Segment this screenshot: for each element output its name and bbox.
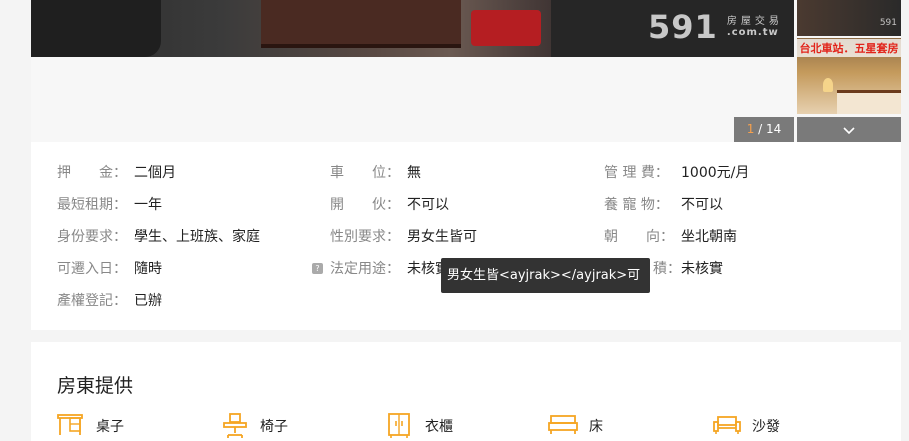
help-icon[interactable]: ? <box>312 263 323 274</box>
detail-row: 產權登記： 已辦 <box>31 290 901 312</box>
photo-cushion <box>471 10 541 46</box>
main-photo[interactable]: 591 房屋交易 .com.tw <box>31 0 794 57</box>
pager-separator: / <box>754 122 767 136</box>
photo-sofa-left <box>31 0 161 57</box>
amenity-desk: 桌子 <box>57 413 177 439</box>
thumbnail-caption: 台北車站．五星套房 <box>797 39 901 57</box>
photo-table <box>261 0 461 48</box>
gender-label: 性別要求： <box>330 229 400 245</box>
min-lease-value: 一年 <box>134 197 162 213</box>
photo-watermark: 591 房屋交易 .com.tw <box>648 8 783 46</box>
thumbnail-1[interactable]: 591 <box>797 0 901 36</box>
watermark-bottom-text: .com.tw <box>726 27 779 38</box>
pager-total: 14 <box>766 122 782 136</box>
parking-label: 車 位： <box>330 165 400 181</box>
area-label: 積： <box>653 261 681 277</box>
thumbnail-2[interactable]: 台北車站．五星套房 <box>797 38 901 114</box>
registration-value: 已辦 <box>134 293 162 309</box>
bed-icon <box>548 415 578 434</box>
more-photos-button[interactable] <box>797 117 901 142</box>
amenity-wardrobe: 衣櫃 <box>387 413 507 439</box>
tenant-requirement-value: 學生、上班族、家庭 <box>134 229 260 245</box>
rental-details: 押 金： 二個月 車 位： 無 管 理 費： 1000元/月 最短租期： 一年 … <box>31 142 901 330</box>
thumbnail-lamp <box>823 78 833 92</box>
amenity-chair: 椅子 <box>222 413 342 439</box>
cooking-label: 開 伙： <box>330 197 400 213</box>
parking-value: 無 <box>407 165 421 181</box>
desk-icon <box>57 414 83 435</box>
management-fee-label: 管 理 費： <box>604 165 669 181</box>
photo-gallery: 591 房屋交易 .com.tw 591 台北車站．五星套房 1 / 14 <box>31 0 901 142</box>
watermark-top-text: 房屋交易 <box>726 16 783 27</box>
move-in-value: 隨時 <box>134 261 162 277</box>
amenity-label: 床 <box>589 419 603 435</box>
section-title: 房東提供 <box>57 375 134 397</box>
wardrobe-icon <box>388 413 410 438</box>
amenity-label: 桌子 <box>96 419 124 435</box>
landlord-provides-section: 房東提供 桌子 椅子 衣櫃 床 沙發 <box>31 342 901 441</box>
cooking-value: 不可以 <box>407 197 449 213</box>
detail-row: 最短租期： 一年 開 伙： 不可以 養 寵 物： 不可以 <box>31 194 901 216</box>
deposit-label: 押 金： <box>57 165 127 181</box>
orientation-value: 坐北朝南 <box>681 229 737 245</box>
detail-row: 押 金： 二個月 車 位： 無 管 理 費： 1000元/月 <box>31 162 901 184</box>
management-fee-value: 1000元/月 <box>681 165 750 181</box>
move-in-label: 可遷入日： <box>57 261 127 277</box>
watermark-number: 591 <box>648 8 718 46</box>
pets-label: 養 寵 物： <box>604 197 669 213</box>
gender-value[interactable]: 男女生皆可 <box>407 226 477 248</box>
amenity-label: 衣櫃 <box>425 419 453 435</box>
tooltip: 男女生皆<ayjrak></ayjrak>可 <box>441 258 650 293</box>
area-value: 未核實 <box>681 261 723 277</box>
amenity-label: 椅子 <box>260 419 288 435</box>
thumbnail-bed <box>837 90 901 114</box>
amenity-sofa: 沙發 <box>713 413 833 439</box>
sofa-icon <box>713 416 741 434</box>
detail-row: 身份要求： 學生、上班族、家庭 性別要求： 男女生皆可 朝 向： 坐北朝南 <box>31 226 901 248</box>
chevron-down-icon <box>843 126 855 134</box>
pets-value: 不可以 <box>681 197 723 213</box>
registration-label: 產權登記： <box>57 293 127 309</box>
thumbnail-watermark: 591 <box>879 18 897 28</box>
tenant-requirement-label: 身份要求： <box>57 229 127 245</box>
photo-pager: 1 / 14 <box>734 117 794 142</box>
orientation-label: 朝 向： <box>604 229 674 245</box>
deposit-value: 二個月 <box>134 165 176 181</box>
amenity-label: 沙發 <box>752 419 780 435</box>
chair-icon <box>223 413 247 438</box>
legal-use-label: 法定用途： <box>330 261 400 277</box>
amenity-bed: 床 <box>548 413 668 439</box>
min-lease-label: 最短租期： <box>57 197 127 213</box>
